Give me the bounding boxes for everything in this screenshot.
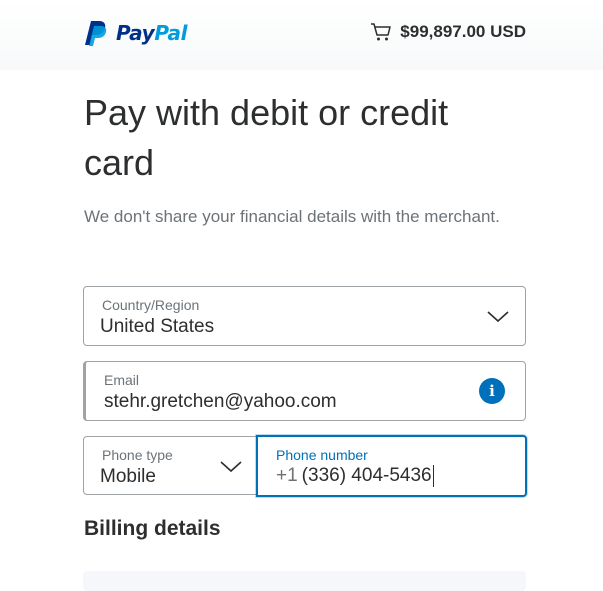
country-select[interactable]: Country/Region United States xyxy=(83,286,526,346)
phone-type-label: Phone type xyxy=(102,447,173,463)
country-label: Country/Region xyxy=(102,297,200,313)
page-header: PayPal $99,897.00 USD xyxy=(0,0,603,70)
phone-number-input[interactable]: Phone number +1 (336) 404-5436 xyxy=(256,435,527,497)
page-title: Pay with debit or credit card xyxy=(84,92,449,183)
info-icon[interactable]: i xyxy=(479,378,505,404)
email-value: stehr.gretchen@yahoo.com xyxy=(104,391,337,412)
cart-icon xyxy=(371,23,392,41)
phone-number-text: (336) 404-5436 xyxy=(301,465,432,487)
cart-summary[interactable]: $99,897.00 USD xyxy=(370,22,526,42)
paypal-wordmark: PayPal xyxy=(116,21,188,45)
billing-heading: Billing details xyxy=(84,517,221,540)
country-value: United States xyxy=(100,316,215,337)
email-field[interactable]: Email stehr.gretchen@yahoo.com i xyxy=(83,361,526,421)
phone-type-select[interactable]: Phone type Mobile xyxy=(83,436,257,495)
chevron-down-icon xyxy=(487,311,509,323)
phone-number-label: Phone number xyxy=(276,447,368,463)
text-caret xyxy=(432,465,434,487)
billing-field-placeholder xyxy=(83,571,526,591)
phone-number-value: +1 (336) 404-5436 xyxy=(276,465,434,487)
paypal-monogram-icon xyxy=(85,21,107,46)
phone-country-code: +1 xyxy=(276,465,298,487)
email-label: Email xyxy=(104,372,140,388)
phone-type-value: Mobile xyxy=(100,466,156,487)
cart-total: $99,897.00 USD xyxy=(400,22,526,41)
chevron-down-icon xyxy=(220,461,242,473)
paypal-logo: PayPal xyxy=(84,18,188,48)
page-subtitle: We don't share your financial details wi… xyxy=(84,207,500,226)
